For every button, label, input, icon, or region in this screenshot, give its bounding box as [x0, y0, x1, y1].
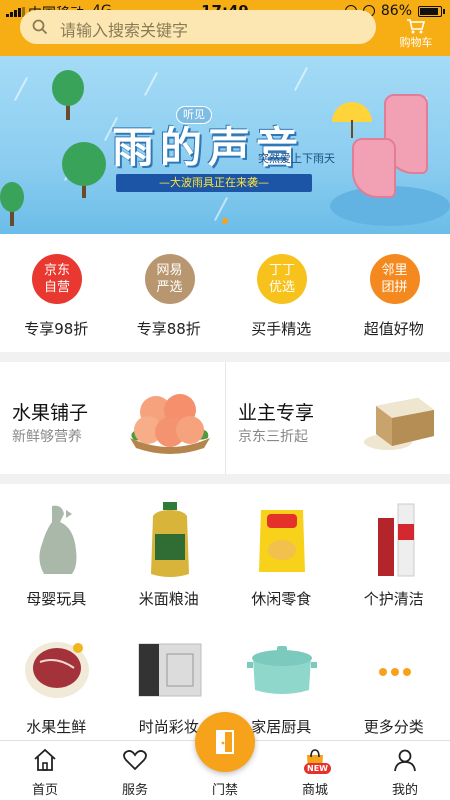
- category-label: 米面粮油: [138, 590, 199, 608]
- umbrella-icon: [332, 102, 372, 122]
- group-buy-badge: 邻里 团拼: [369, 254, 420, 304]
- tab-profile[interactable]: 我的: [360, 741, 450, 800]
- door-icon: [216, 730, 234, 754]
- new-badge: NEW: [304, 763, 331, 774]
- category-label: 水果生鲜: [26, 718, 87, 736]
- quick-entry-dingding[interactable]: 丁丁 优选 买手精选: [225, 234, 338, 352]
- category-item[interactable]: 更多分类: [338, 612, 450, 738]
- dinosaur-toy-icon: [39, 505, 77, 574]
- search-input[interactable]: 请输入搜索关键字: [60, 17, 188, 41]
- peach-basket-icon: [130, 394, 210, 454]
- oil-bottle-icon: [150, 502, 189, 577]
- promo-banner[interactable]: 听见 雨的声音 突然爱上下雨天 —大波雨具正在来袭—: [0, 56, 450, 234]
- user-icon: [394, 749, 416, 772]
- tab-label: 首页: [31, 783, 58, 798]
- promo-title: 业主专享: [238, 402, 315, 424]
- quick-entry-label: 超值好物: [363, 320, 424, 338]
- quick-entry-group-buy[interactable]: 邻里 团拼 超值好物: [338, 234, 450, 352]
- promo-title: 水果铺子: [12, 402, 89, 424]
- section-divider: [0, 474, 450, 484]
- chips-bag-icon: [259, 510, 305, 572]
- more-dots-icon: [378, 668, 411, 676]
- tab-label: 服务: [121, 783, 148, 798]
- top-header: 中国移动 4G 17:49 86% 请输入搜索关键字 购物车: [0, 0, 450, 56]
- quick-entry-label: 买手精选: [251, 320, 312, 338]
- section-divider: [0, 352, 450, 362]
- category-item[interactable]: 个护清洁: [338, 484, 450, 610]
- tree-icon: [52, 70, 84, 106]
- banner-ribbon: —大波雨具正在来袭—: [116, 174, 312, 192]
- meat-icon: [25, 642, 89, 698]
- tree-icon: [62, 142, 106, 186]
- jd-self-badge: 京东 自营: [32, 254, 82, 304]
- pot-icon: [247, 646, 317, 694]
- search-icon: [32, 19, 48, 35]
- cart-icon: [407, 19, 426, 34]
- tab-home[interactable]: 首页: [0, 741, 90, 800]
- category-item[interactable]: 母婴玩具: [0, 484, 113, 610]
- promo-card-fruit[interactable]: 水果铺子 新鲜够营养: [0, 362, 225, 474]
- cart-label: 购物车: [399, 36, 433, 49]
- category-grid: 母婴玩具 米面粮油 休闲零食 个护清洁 水果生鲜 时尚彩妆 家居厨具 更多分类: [0, 484, 450, 740]
- skincare-bottle-icon: [377, 503, 414, 577]
- quick-entry-row: 京东 自营 专享98折 网易 严选 专享88折 丁丁 优选 买手精选 邻里 团拼…: [0, 234, 450, 352]
- category-item[interactable]: 米面粮油: [113, 484, 226, 610]
- category-item[interactable]: 休闲零食: [225, 484, 338, 610]
- tab-label: 门禁: [211, 783, 238, 798]
- category-label: 母婴玩具: [26, 590, 87, 608]
- category-label: 个护清洁: [363, 590, 424, 608]
- rain-boot-icon: [352, 138, 396, 198]
- rice-box-icon: [364, 398, 434, 450]
- tab-label: 我的: [391, 783, 418, 798]
- netease-badge: 网易 严选: [144, 254, 195, 304]
- promo-cards: 水果铺子 新鲜够营养 业主专享 京东三折起: [0, 362, 450, 474]
- battery-percent: 86%: [380, 3, 412, 19]
- search-bar[interactable]: 请输入搜索关键字: [20, 10, 376, 44]
- quick-entry-netease[interactable]: 网易 严选 专享88折: [113, 234, 226, 352]
- tab-label: 商城: [301, 783, 328, 798]
- promo-subtitle: 京东三折起: [238, 429, 308, 445]
- banner-subtitle: 突然爱上下雨天: [258, 152, 335, 165]
- dingding-badge: 丁丁 优选: [257, 254, 307, 304]
- battery-icon: [418, 5, 445, 17]
- promo-card-owner[interactable]: 业主专享 京东三折起: [225, 362, 450, 474]
- quick-entry-jd[interactable]: 京东 自营 专享98折: [0, 234, 113, 352]
- makeup-box-icon: [138, 643, 201, 697]
- door-access-button[interactable]: [195, 712, 255, 772]
- quick-entry-label: 专享98折: [24, 320, 89, 338]
- category-item[interactable]: 水果生鲜: [0, 612, 113, 738]
- home-icon: [34, 748, 56, 771]
- cart-button[interactable]: 购物车: [394, 18, 438, 50]
- category-label: 休闲零食: [251, 590, 312, 608]
- tab-mall[interactable]: NEW 商城: [270, 741, 360, 800]
- heart-icon: [123, 750, 147, 771]
- quick-entry-label: 专享88折: [136, 320, 201, 338]
- tree-icon: [0, 182, 24, 212]
- tab-service[interactable]: 服务: [90, 741, 180, 800]
- banner-pagination: [0, 209, 450, 228]
- category-label: 更多分类: [363, 718, 424, 736]
- promo-subtitle: 新鲜够营养: [12, 429, 82, 445]
